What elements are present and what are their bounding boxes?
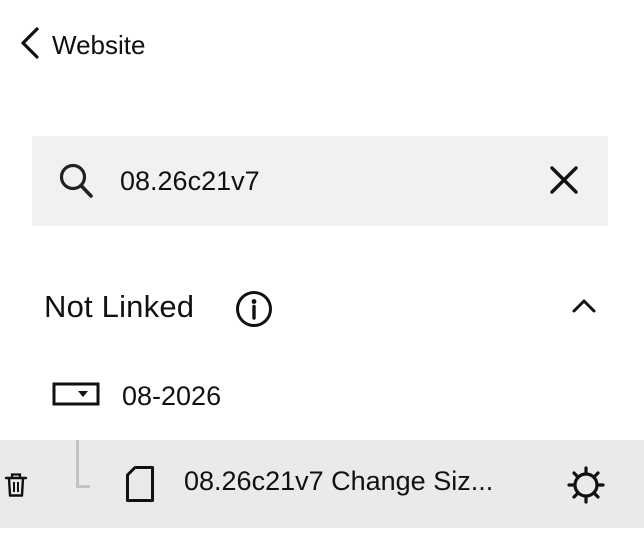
close-icon (548, 166, 580, 200)
page-row-selected[interactable]: 08.26c21v7 Change Siz... (0, 440, 644, 528)
section-header: Not Linked (44, 284, 604, 334)
search-icon (58, 162, 94, 205)
back-button[interactable]: Website (18, 26, 145, 64)
collapse-section-button[interactable] (570, 294, 598, 321)
folder-label: 08-2026 (122, 380, 222, 411)
info-icon[interactable] (235, 290, 273, 333)
gear-icon[interactable] (566, 465, 606, 510)
clear-search-button[interactable] (548, 164, 580, 201)
page-title: 08.26c21v7 Change Siz... (184, 466, 494, 496)
chevron-up-icon (570, 299, 598, 320)
search-box (32, 136, 608, 226)
folder-row[interactable]: 08-2026 (52, 372, 221, 420)
back-label: Website (52, 29, 146, 60)
trash-icon[interactable] (4, 472, 28, 503)
page-icon (124, 465, 156, 508)
search-input[interactable] (120, 162, 540, 200)
tree-connector-line (76, 440, 79, 486)
tree-connector-branch (76, 485, 90, 488)
folder-dropdown-icon (52, 380, 100, 413)
chevron-left-icon (18, 26, 42, 65)
section-title: Not Linked (44, 289, 195, 324)
